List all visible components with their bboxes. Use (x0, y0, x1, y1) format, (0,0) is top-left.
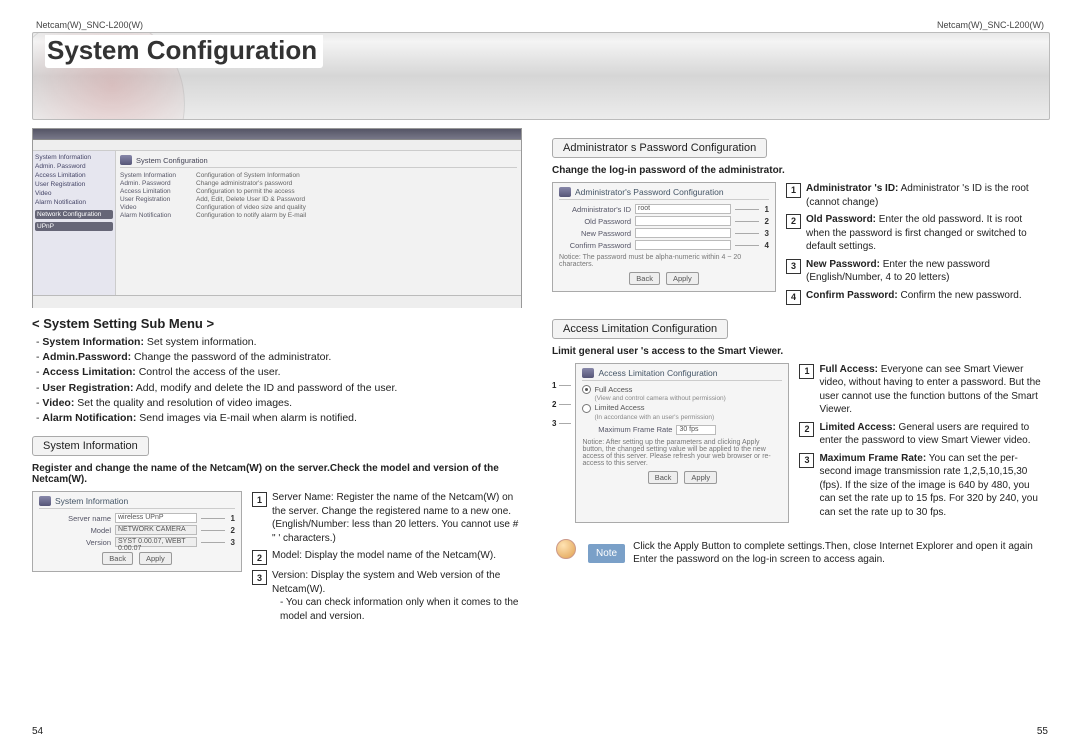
access-panel-title: Access Limitation Configuration (598, 368, 717, 378)
left-column: System Information Admin. Password Acces… (32, 128, 522, 627)
mini-side-item: Video (35, 189, 113, 198)
mini-addressbar (33, 140, 521, 151)
page: Netcam(W)_SNC-L200(W) Netcam(W)_SNC-L200… (0, 0, 1080, 747)
radio-icon (582, 385, 591, 394)
mini-side-item: Admin. Password (35, 162, 113, 171)
sysinfo-numlist: 1Server Name: Register the name of the N… (252, 491, 522, 623)
adminpw-note: Notice: The password must be alpha-numer… (559, 254, 769, 268)
sysinfo-label: System Information (32, 436, 149, 456)
mini-side-button: UPnP (35, 222, 113, 231)
header-left: Netcam(W)_SNC-L200(W) (36, 20, 143, 30)
note-text: Click the Apply Button to complete setti… (633, 540, 1048, 567)
mini-statusbar (33, 295, 521, 308)
adminpw-numlist: 1Administrator 's ID: Administrator 's I… (786, 182, 1048, 305)
back-button[interactable]: Back (629, 272, 660, 285)
panel-icon (39, 496, 51, 506)
radio-icon (582, 404, 591, 413)
back-button[interactable]: Back (648, 471, 679, 484)
panel-icon (582, 368, 594, 378)
page-number-right: 55 (1037, 726, 1048, 737)
submenu-title: < System Setting Sub Menu > (32, 316, 522, 331)
access-desc: Limit general user 's access to the Smar… (552, 346, 1048, 357)
submenu-list: System Information: Set system informati… (32, 335, 522, 426)
access-panel: Access Limitation Configuration Full Acc… (575, 363, 789, 524)
header-row: Netcam(W)_SNC-L200(W) Netcam(W)_SNC-L200… (32, 20, 1048, 32)
note-tag: Note (588, 544, 625, 563)
sysinfo-sub-note: - You can check information only when it… (272, 596, 522, 623)
adminpw-panel: Administrator's Password Configuration A… (552, 182, 776, 292)
adminpw-panel-title: Administrator's Password Configuration (575, 187, 724, 197)
mini-main-title: System Configuration (136, 156, 208, 165)
header-right: Netcam(W)_SNC-L200(W) (937, 20, 1044, 30)
mini-side-item: User Registration (35, 180, 113, 189)
mini-side-button: Network Configuration (35, 210, 113, 219)
sysinfo-desc: Register and change the name of the Netc… (32, 463, 522, 485)
banner: System Configuration (32, 32, 1050, 120)
mini-side-item: Alarm Notification (35, 198, 113, 207)
apply-button[interactable]: Apply (666, 272, 699, 285)
back-button[interactable]: Back (102, 552, 133, 565)
apply-button[interactable]: Apply (139, 552, 172, 565)
adminpw-label: Administrator s Password Configuration (552, 138, 767, 158)
note-character-icon (552, 537, 580, 569)
right-column: Administrator s Password Configuration C… (552, 128, 1048, 627)
mini-main: System Configuration System InformationC… (116, 151, 521, 295)
mini-side-item: System Information (35, 153, 113, 162)
page-number-left: 54 (32, 726, 43, 737)
sysinfo-panel-title: System Information (55, 496, 128, 506)
sysinfo-panel: System Information Server namewireless U… (32, 491, 242, 572)
mini-titlebar (33, 129, 521, 140)
sysinfo-twocol: System Information Server namewireless U… (32, 491, 522, 627)
adminpw-desc: Change the log-in password of the admini… (552, 165, 1048, 176)
access-numlist: 1Full Access: Everyone can see Smart Vie… (799, 363, 1048, 520)
mini-browser: System Information Admin. Password Acces… (32, 128, 522, 308)
mini-sidebar: System Information Admin. Password Acces… (33, 151, 116, 295)
note-bar: Note Click the Apply Button to complete … (552, 537, 1048, 569)
access-label: Access Limitation Configuration (552, 319, 728, 339)
config-icon (120, 155, 132, 165)
panel-icon (559, 187, 571, 197)
columns: System Information Admin. Password Acces… (32, 128, 1048, 627)
apply-button[interactable]: Apply (684, 471, 717, 484)
banner-title: System Configuration (45, 35, 323, 68)
mini-side-item: Access Limitation (35, 171, 113, 180)
access-note: Notice: After setting up the parameters … (582, 439, 782, 467)
